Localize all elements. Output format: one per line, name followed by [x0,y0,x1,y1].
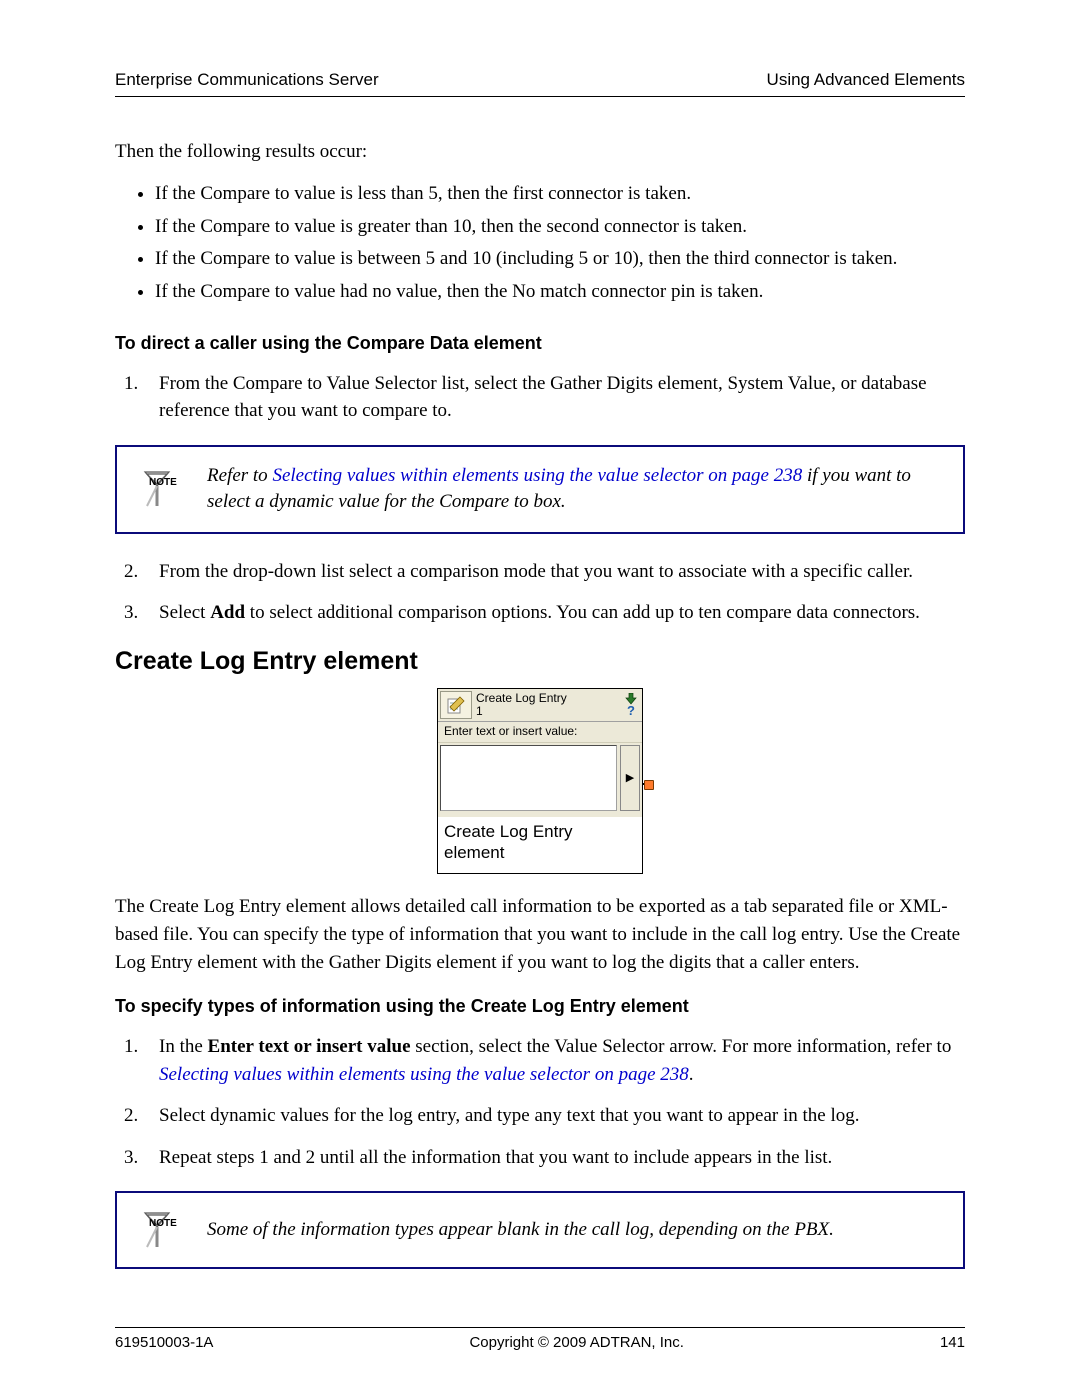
svg-text:NOTE: NOTE [149,477,177,488]
footer-center: Copyright © 2009 ADTRAN, Inc. [469,1334,683,1351]
note-link[interactable]: Selecting values within elements using t… [272,465,802,486]
note-pre: Refer to [207,465,272,486]
figure-textarea-row: ▶ [438,743,642,817]
s1-bold: Enter text or insert value [208,1036,411,1057]
step-item: Select Add to select additional comparis… [143,599,965,627]
footer-right: 141 [940,1334,965,1351]
figure-title: Create Log Entry [476,692,620,705]
note-text: Some of the information types appear bla… [207,1217,834,1244]
steps-specify: In the Enter text or insert value sectio… [115,1033,965,1171]
page-footer: 619510003-1A Copyright © 2009 ADTRAN, In… [115,1327,965,1351]
note-box: NOTE Refer to Selecting values within el… [115,445,965,534]
createlog-description: The Create Log Entry element allows deta… [115,893,965,976]
s1-link[interactable]: Selecting values within elements using t… [159,1064,689,1085]
bullet-item: If the Compare to value had no value, th… [155,279,965,305]
footer-left: 619510003-1A [115,1334,213,1351]
bullet-item: If the Compare to value is less than 5, … [155,181,965,207]
figure-titlebar: Create Log Entry 1 ? [438,689,642,722]
figure-caption: Create Log Entry element [438,817,642,874]
s1-pre: In the [159,1036,208,1057]
subheading-compare: To direct a caller using the Compare Dat… [115,333,965,354]
help-icon[interactable]: ? [624,705,638,717]
step3-pre: Select [159,602,210,623]
results-bullets: If the Compare to value is less than 5, … [115,181,965,305]
figure-title-num: 1 [476,705,620,718]
step-item: From the Compare to Value Selector list,… [143,370,965,425]
s1-mid: section, select the Value Selector arrow… [411,1036,952,1057]
step-item: In the Enter text or insert value sectio… [143,1033,965,1088]
step-item: From the drop-down list select a compari… [143,558,965,586]
step3-bold: Add [210,602,245,623]
figure-title-col: Create Log Entry 1 [476,692,620,718]
intro-text: Then the following results occur: [115,141,965,163]
note-text: Refer to Selecting values within element… [207,463,943,516]
header-left: Enterprise Communications Server [115,70,379,90]
step-item: Repeat steps 1 and 2 until all the infor… [143,1144,965,1172]
bullet-item: If the Compare to value is between 5 and… [155,246,965,272]
log-entry-icon [440,691,472,719]
figure-field-label: Enter text or insert value: [438,722,642,743]
create-log-entry-figure: Create Log Entry 1 ? Enter text or inser… [437,688,643,875]
s1-post: . [689,1064,694,1085]
log-text-input[interactable] [440,745,617,811]
step-item: Select dynamic values for the log entry,… [143,1102,965,1130]
figure-side-icons: ? [624,693,640,717]
section-heading-createlog: Create Log Entry element [115,647,965,676]
bullet-item: If the Compare to value is greater than … [155,214,965,240]
page-header: Enterprise Communications Server Using A… [115,70,965,97]
note-icon: NOTE [137,1209,179,1251]
figure-wrap: Create Log Entry 1 ? Enter text or inser… [115,688,965,875]
value-selector-arrow[interactable]: ▶ [620,745,640,811]
steps-compare: From the Compare to Value Selector list,… [115,370,965,425]
note-icon: NOTE [137,468,179,510]
subheading-specify: To specify types of information using th… [115,996,965,1017]
svg-text:NOTE: NOTE [149,1218,177,1229]
connector-out-icon [644,780,654,790]
step3-post: to select additional comparison options.… [245,602,920,623]
note-box: NOTE Some of the information types appea… [115,1191,965,1269]
steps-compare-cont: From the drop-down list select a compari… [115,558,965,627]
header-right: Using Advanced Elements [767,70,965,90]
